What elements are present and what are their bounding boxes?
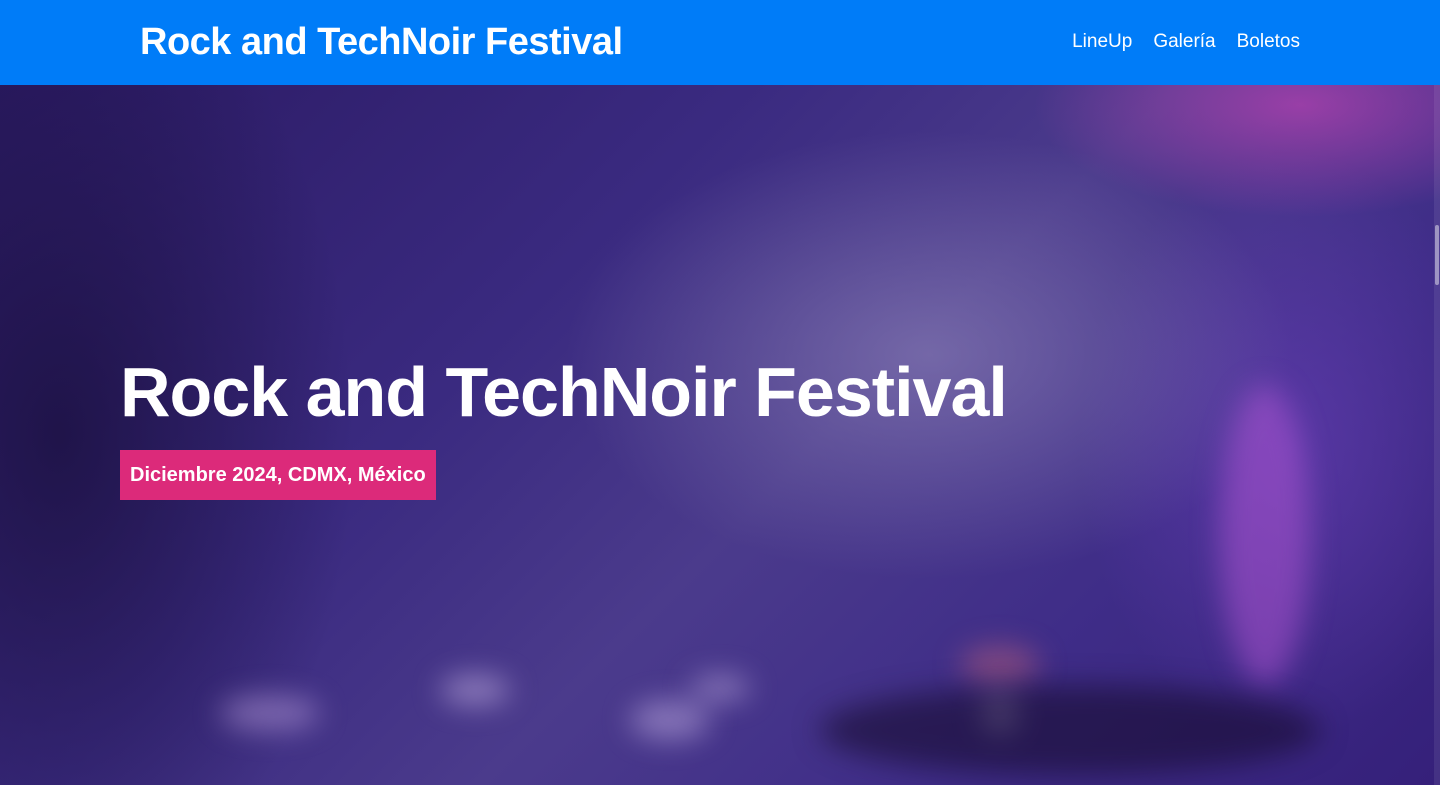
hero-title: Rock and TechNoir Festival [120, 353, 1008, 431]
mixer-shadow [820, 685, 1320, 775]
nav-link-lineup[interactable]: LineUp [1072, 29, 1132, 55]
mixer-knob-glow [960, 645, 1040, 685]
brand-logo-link[interactable]: Rock and TechNoir Festival [140, 20, 623, 64]
page: Rock and TechNoir Festival LineUp Galerí… [0, 0, 1440, 785]
hero-section [0, 85, 1440, 785]
page-scrollbar[interactable] [1434, 85, 1440, 785]
mixer-knob-glow [220, 695, 320, 731]
mixer-knob-glow [440, 675, 510, 705]
site-header: Rock and TechNoir Festival LineUp Galerí… [0, 0, 1440, 85]
nav-link-galeria[interactable]: Galería [1153, 29, 1215, 55]
scrollbar-thumb[interactable] [1435, 225, 1439, 285]
event-date-badge: Diciembre 2024, CDMX, México [120, 450, 436, 500]
main-nav: LineUp Galería Boletos [1072, 29, 1300, 55]
nav-link-boletos[interactable]: Boletos [1237, 29, 1300, 55]
mixer-knob-glow [630, 700, 710, 740]
stage-light-glow [1220, 385, 1310, 685]
mixer-knob-glow [690, 675, 750, 701]
